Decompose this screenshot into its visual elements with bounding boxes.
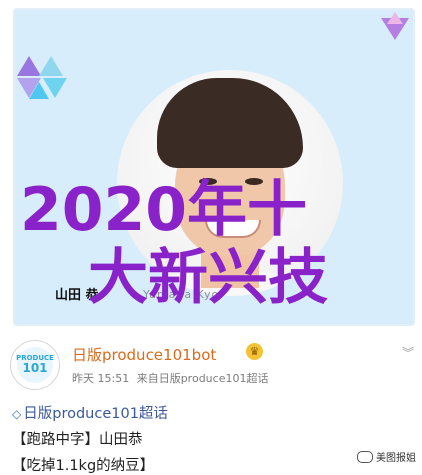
- decor-triangle: [39, 56, 63, 76]
- post-text-line: 【跑路中字】山田恭: [12, 432, 143, 448]
- post-text-line: 【吃掉1.1kg的纳豆】: [12, 458, 155, 474]
- avatar-logo: PRODUCE 101: [16, 347, 54, 383]
- post-meta: 昨天 15:51 来自日版produce101超话: [72, 370, 272, 386]
- decor-triangle: [29, 82, 49, 99]
- watermark-text: 美图报姐: [376, 453, 416, 464]
- topic-link[interactable]: ◇ 日版produce101超话: [12, 402, 168, 423]
- watermark-icon: [357, 450, 373, 463]
- avatar-logo-number: 101: [22, 360, 48, 375]
- watermark: 美图报姐: [357, 449, 416, 464]
- decor-triangle: [17, 56, 41, 76]
- overlay-text-line2: 大新兴技: [88, 243, 328, 313]
- post-source[interactable]: 来自日版produce101超话: [137, 372, 269, 385]
- author-name-link[interactable]: 日版produce101bot: [72, 344, 216, 365]
- post-time: 昨天 15:51: [72, 372, 130, 385]
- topic-link-text: 日版produce101超话: [23, 406, 168, 422]
- decor-triangle: [387, 12, 403, 24]
- diamond-icon: ◇: [12, 407, 22, 421]
- chevron-down-icon[interactable]: ︾: [402, 344, 414, 361]
- overlay-text-line1: 2020年十: [20, 175, 307, 245]
- crown-icon: ♛: [246, 343, 263, 360]
- author-avatar[interactable]: PRODUCE 101: [10, 340, 60, 390]
- photo-hair: [157, 78, 303, 168]
